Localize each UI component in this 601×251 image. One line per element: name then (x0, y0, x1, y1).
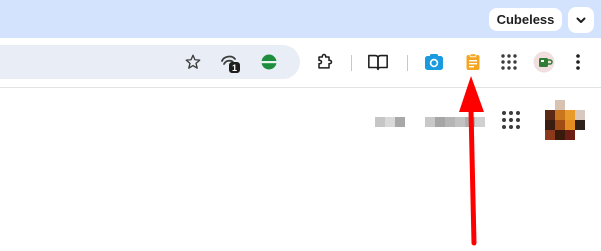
profile-button[interactable]: Cubeless (489, 8, 562, 31)
toolbar-separator (407, 55, 408, 71)
account-avatar[interactable] (545, 100, 585, 140)
more-menu-button[interactable] (566, 50, 590, 74)
browser-toolbar: 1 (0, 38, 601, 88)
apps-button[interactable] (497, 50, 521, 74)
apps-grid-icon (501, 54, 517, 70)
bookmark-star-button[interactable] (181, 50, 205, 74)
blurred-link[interactable] (425, 117, 485, 127)
apps-grid-icon (502, 111, 520, 129)
more-menu-icon (576, 54, 580, 70)
notes-extension-icon (466, 53, 480, 70)
page-content (0, 88, 601, 251)
extensions-button[interactable] (312, 50, 336, 74)
window-titlebar: Cubeless (0, 0, 601, 38)
extension-badge-button[interactable]: 1 (218, 50, 242, 74)
puzzle-icon (318, 53, 333, 69)
green-circle-extension-icon (261, 54, 277, 70)
camera-extension-button[interactable] (422, 50, 446, 74)
extension-badge-count: 1 (232, 63, 237, 73)
star-icon (185, 54, 201, 69)
toolbar-separator (351, 55, 352, 71)
tab-search-button[interactable] (568, 7, 594, 33)
reading-list-icon (368, 54, 388, 71)
chevron-down-icon (576, 17, 586, 23)
reading-list-button[interactable] (366, 50, 390, 74)
blurred-link[interactable] (375, 117, 405, 127)
notes-extension-button[interactable] (461, 50, 485, 74)
camera-extension-icon (425, 54, 443, 70)
profile-avatar-button[interactable] (532, 50, 556, 74)
google-apps-button[interactable] (501, 110, 523, 132)
profile-name: Cubeless (496, 12, 555, 27)
profile-avatar (533, 51, 555, 73)
green-extension-button[interactable] (257, 50, 281, 74)
extension-badge-icon: 1 (221, 55, 240, 73)
address-bar[interactable] (0, 45, 300, 79)
